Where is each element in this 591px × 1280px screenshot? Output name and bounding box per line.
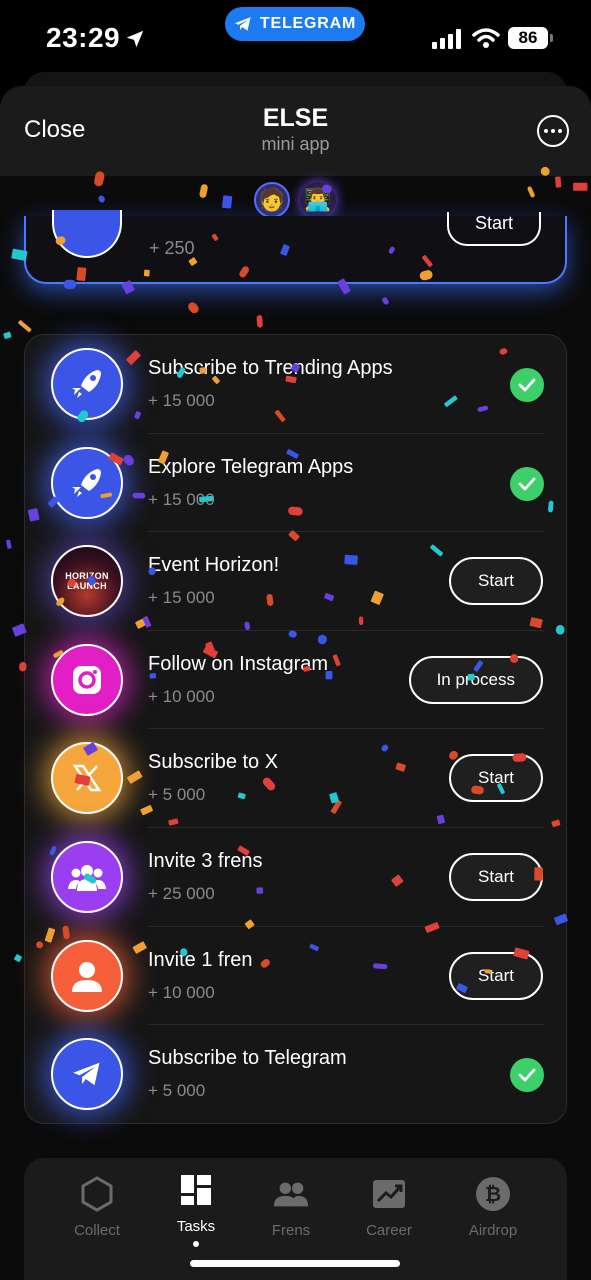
tasks-grid-icon [181,1175,211,1205]
active-indicator [193,1241,199,1247]
nav-collect[interactable]: Collect [52,1176,142,1239]
avatar: 👨‍💻 [300,182,336,218]
task-points: + 10 000 [148,686,215,706]
task-row[interactable]: Subscribe to Telegram + 5 000 [25,1025,568,1124]
nav-label: Tasks [176,1218,216,1235]
task-row[interactable]: Explore Telegram Apps + 15 000 [25,434,568,533]
nav-label: Collect [74,1222,120,1239]
home-indicator [190,1260,400,1267]
task-title: Invite 1 fren [148,948,253,971]
x-logo-icon [51,742,123,815]
task-row[interactable]: Subscribe to Trending Apps + 15 000 [25,335,568,434]
checkmark-icon [510,368,544,402]
nav-tasks[interactable]: Tasks [151,1172,241,1247]
status-time: 23:29 [46,22,121,53]
task-title: Subscribe to Telegram [148,1047,347,1070]
telegram-icon [51,1038,123,1111]
task-row[interactable]: Invite 1 fren + 10 000 Start [25,927,568,1026]
nav-label: Frens [271,1222,311,1239]
task-points: + 15 000 [148,391,215,410]
bitcoin-icon: ₿ [476,1177,510,1211]
person-icon [51,939,123,1012]
task-title: Explore Telegram Apps [148,455,354,478]
nav-airdrop[interactable]: ₿ Airdrop [448,1176,538,1239]
nav-career[interactable]: Career [344,1176,434,1239]
task-points: + 10 000 [148,982,215,1002]
task-points: + 250 [149,238,195,258]
partial-task-card[interactable]: + 250 Start [24,210,567,284]
avatar: 🧑 [254,182,290,218]
icon-caption: HORIZON LAUNCH [65,571,109,592]
task-row[interactable]: Invite 3 frens + 25 000 Start [25,828,568,927]
nav-label: Career [366,1222,412,1239]
rocket-icon [51,446,123,519]
app-title: ELSE [262,104,329,132]
checkmark-icon [510,466,544,501]
career-chart-icon [373,1180,405,1208]
telegram-pill[interactable]: TELEGRAM [225,7,365,41]
task-title: Invite 3 frens [148,850,263,872]
telegram-plane-icon [234,17,251,31]
rocket-icon [51,348,123,420]
cellular-signal-icon [432,29,461,49]
task-row[interactable]: Follow on Instagram + 10 000 In process [25,631,568,730]
svg-text:₿: ₿ [485,1182,501,1206]
status-bar: 23:29 TELEGRAM 86 [0,0,591,72]
more-options-icon[interactable] [537,115,569,147]
wifi-icon [472,28,500,48]
task-row[interactable]: HORIZON LAUNCH Event Horizon! + 15 000 Star… [25,532,568,631]
start-button[interactable]: Start [447,212,541,246]
start-button[interactable]: Start [449,754,543,803]
task-points: + 5 000 [148,1081,206,1101]
location-arrow-icon [126,30,144,48]
horizon-launch-icon: HORIZON LAUNCH [51,545,123,618]
task-title: Subscribe to X [148,751,279,774]
mini-app-sheet: Close ELSE mini app 🧑 👨‍💻 + 250 Start Su… [0,86,591,1280]
app-subtitle: mini app [261,134,330,154]
task-points: + 25 000 [148,884,215,903]
hexagon-icon [81,1176,113,1212]
app-header: Close ELSE mini app [0,86,591,176]
start-button[interactable]: Start [449,951,543,1000]
frens-icon [273,1182,309,1207]
checkmark-icon [510,1058,544,1093]
battery-indicator: 86 [508,27,553,49]
avatar-group: 🧑 👨‍💻 [254,182,336,218]
task-points: + 5 000 [148,785,206,805]
instagram-icon [51,643,123,716]
task-list: Subscribe to Trending Apps + 15 000 Explor… [24,334,567,1124]
nav-label: Airdrop [468,1222,518,1239]
task-points: + 15 000 [148,588,215,608]
task-title: Subscribe to Trending Apps [148,357,393,379]
telegram-pill-label: TELEGRAM [259,15,357,32]
start-button[interactable]: Start [449,557,543,606]
check-badge-icon [52,210,122,258]
task-row[interactable]: Subscribe to X + 5 000 Start [25,729,568,828]
nav-frens[interactable]: Frens [246,1176,336,1239]
group-icon [51,841,123,913]
task-title: Event Horizon! [148,554,280,577]
task-points: + 15 000 [148,489,215,509]
start-button[interactable]: Start [449,853,543,901]
in-process-button[interactable]: In process [408,655,543,704]
task-title: Follow on Instagram [148,652,329,675]
